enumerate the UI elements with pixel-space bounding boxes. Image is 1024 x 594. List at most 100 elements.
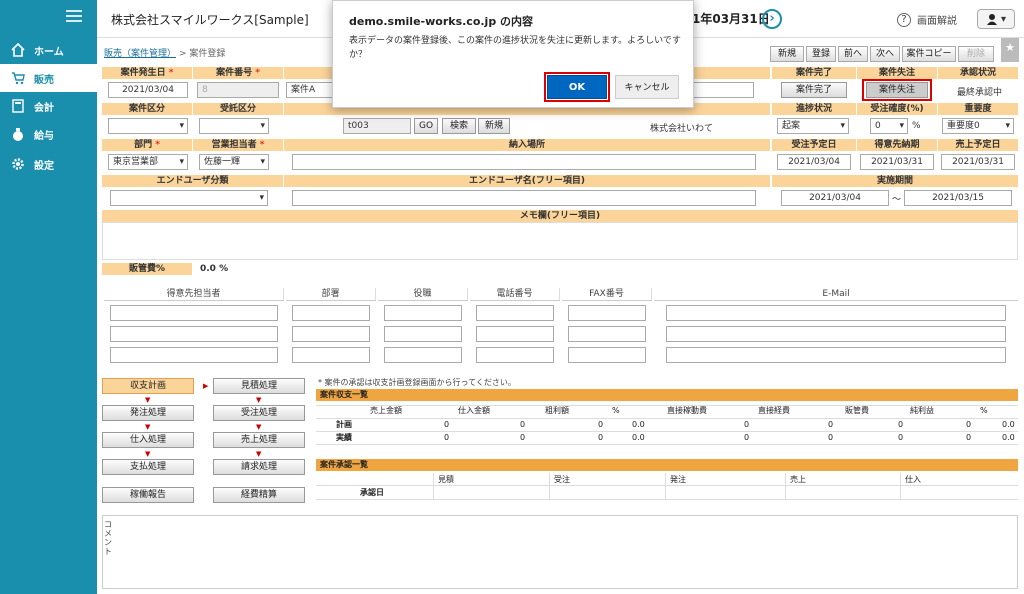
pl-row-label: 計画 — [336, 420, 352, 429]
department-select[interactable]: 東京営業部 — [108, 154, 188, 170]
pl-title: 案件収支一覧 — [316, 389, 1018, 401]
gear-icon — [10, 156, 26, 172]
customer-new-button[interactable]: 新規 — [478, 118, 510, 134]
next-date-button[interactable]: › — [762, 9, 782, 29]
help-link[interactable]: ? 画面解説 — [897, 12, 957, 27]
order-date-input[interactable]: 2021/03/04 — [777, 154, 851, 170]
new-button[interactable]: 新規 — [770, 46, 804, 62]
ok-button[interactable]: OK — [547, 75, 607, 99]
cancel-button[interactable]: キャンセル — [615, 75, 679, 99]
delivery-place-input[interactable] — [292, 154, 756, 170]
period-to-input[interactable]: 2021/03/15 — [904, 190, 1012, 206]
contact-dept-input[interactable] — [292, 326, 370, 342]
header-case-date: 案件発生日 * — [102, 67, 192, 79]
importance-select[interactable]: 重要度0 — [942, 118, 1014, 134]
customer-code-input[interactable]: t003 — [343, 118, 411, 134]
register-button[interactable]: 登録 — [806, 46, 836, 62]
comment-textarea[interactable] — [102, 515, 1018, 589]
bookmark-star-icon[interactable]: ★ — [1001, 38, 1019, 62]
header-contact-dept: 部署 — [286, 288, 376, 301]
user-menu-button[interactable]: ▾ — [977, 9, 1015, 29]
arrow-down-icon: ▼ — [145, 423, 151, 431]
prev-button[interactable]: 前へ — [838, 46, 868, 62]
header-itaku-kubun: 受託区分 — [193, 103, 283, 115]
contact-name-input[interactable] — [110, 305, 278, 321]
enduser-class-select[interactable] — [110, 190, 268, 206]
contact-fax-input[interactable] — [568, 326, 646, 342]
order-receive-button[interactable]: 受注処理 — [213, 405, 305, 421]
contact-title-input[interactable] — [384, 326, 462, 342]
header-enduser-name: エンドユーザ名(フリー項目) — [284, 175, 770, 187]
pl-header: 直接稼動費 — [667, 406, 707, 415]
contact-phone-input[interactable] — [476, 326, 554, 342]
progress-select[interactable]: 起案 — [777, 118, 849, 134]
sidebar-item-settings[interactable]: 設定 — [0, 150, 97, 178]
dialog-message: 表示データの案件登録後、この案件の進捗状況を失注に更新します。よろしいですか？ — [349, 36, 681, 60]
period-from-input[interactable]: 2021/03/04 — [781, 190, 889, 206]
case-kubun-select[interactable] — [108, 118, 188, 134]
cart-icon — [10, 70, 26, 86]
approval-header: 仕入 — [905, 475, 921, 484]
pl-plan-button[interactable]: 収支計画 — [102, 378, 194, 394]
header-delivery-date: 得意先納期 — [857, 139, 937, 151]
sales-button[interactable]: 売上処理 — [213, 432, 305, 448]
sidebar-item-label: 給与 — [34, 130, 54, 142]
copy-button[interactable]: 案件コピー — [902, 46, 956, 62]
pl-cell: 0 — [828, 420, 834, 429]
contact-fax-input[interactable] — [568, 347, 646, 363]
sales-date-input[interactable]: 2021/03/31 — [941, 154, 1015, 170]
search-button[interactable]: 検索 — [442, 118, 476, 134]
contact-title-input[interactable] — [384, 347, 462, 363]
sidebar-item-label: 販売 — [34, 74, 54, 86]
contact-fax-input[interactable] — [568, 305, 646, 321]
header-memo: メモ欄(フリー項目) — [102, 210, 1018, 222]
sidebar-item-label: 設定 — [34, 160, 54, 172]
work-report-button[interactable]: 稼働報告 — [102, 487, 194, 503]
contact-email-input[interactable] — [666, 347, 1006, 363]
highlight-lost-button — [862, 79, 932, 101]
delivery-date-input[interactable]: 2021/03/31 — [860, 154, 934, 170]
header-delivery-place: 納入場所 — [284, 139, 770, 151]
estimate-button[interactable]: 見積処理 — [213, 378, 305, 394]
purchase-order-button[interactable]: 発注処理 — [102, 405, 194, 421]
sidebar-item-sales[interactable]: 販売 — [0, 64, 97, 92]
approval-header: 見積 — [438, 475, 454, 484]
contact-phone-input[interactable] — [476, 347, 554, 363]
payment-button[interactable]: 支払処理 — [102, 459, 194, 475]
case-done-button[interactable]: 案件完了 — [781, 82, 847, 98]
arrow-down-icon: ▼ — [256, 423, 262, 431]
contact-email-input[interactable] — [666, 326, 1006, 342]
enduser-name-input[interactable] — [292, 190, 756, 206]
contact-email-input[interactable] — [666, 305, 1006, 321]
itaku-kubun-select[interactable] — [199, 118, 269, 134]
hamburger-menu-icon[interactable] — [66, 10, 82, 22]
case-date-input[interactable]: 2021/03/04 — [108, 82, 188, 98]
contact-dept-input[interactable] — [292, 347, 370, 363]
probability-select[interactable]: 0 — [870, 118, 908, 134]
pl-cell: 0 — [444, 433, 450, 442]
breadcrumb-link[interactable]: 販売（案件管理） — [104, 49, 176, 59]
delete-button[interactable]: 削除 — [958, 46, 994, 62]
header-contact-phone: 電話番号 — [470, 288, 560, 301]
sidebar: ホーム 販売 会計 給与 設定 — [0, 0, 97, 594]
header-probability: 受注確度(%) — [857, 103, 937, 115]
contact-name-input[interactable] — [110, 326, 278, 342]
invoice-button[interactable]: 請求処理 — [213, 459, 305, 475]
contact-title-input[interactable] — [384, 305, 462, 321]
sidebar-item-accounting[interactable]: 会計 — [0, 92, 97, 120]
sidebar-item-payroll[interactable]: 給与 — [0, 120, 97, 148]
contact-phone-input[interactable] — [476, 305, 554, 321]
memo-textarea[interactable] — [102, 222, 1018, 260]
sales-rep-select[interactable]: 佐藤一輝 — [199, 154, 269, 170]
expense-button[interactable]: 経費精算 — [213, 487, 305, 503]
contact-name-input[interactable] — [110, 347, 278, 363]
contact-dept-input[interactable] — [292, 305, 370, 321]
go-button[interactable]: GO — [414, 118, 438, 134]
header-contact-fax: FAX番号 — [562, 288, 652, 301]
pl-cell: 0.0 — [632, 433, 645, 442]
pl-cell: 0 — [444, 420, 450, 429]
purchase-button[interactable]: 仕入処理 — [102, 432, 194, 448]
sidebar-item-home[interactable]: ホーム — [0, 36, 97, 64]
next-button[interactable]: 次へ — [870, 46, 900, 62]
case-number-input[interactable]: 8 — [197, 82, 279, 98]
